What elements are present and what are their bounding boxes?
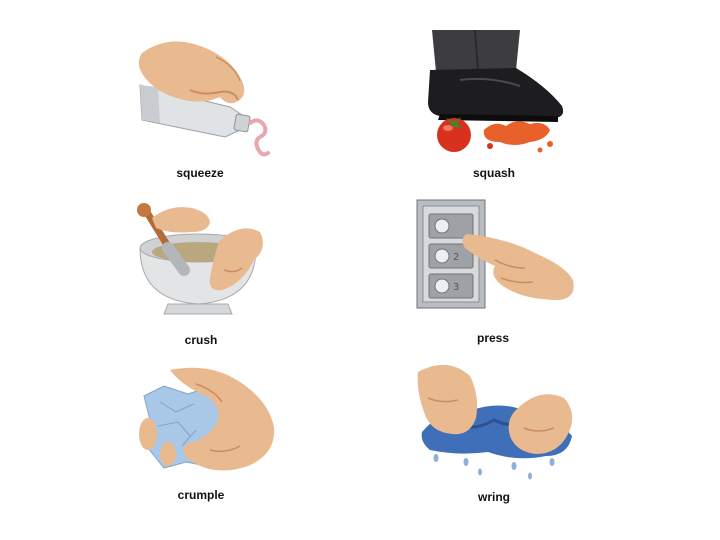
item-label: crush	[184, 333, 218, 347]
toothpaste-tube-squeeze-icon	[138, 41, 270, 157]
item-label: wring	[478, 490, 510, 504]
item-label: press	[476, 331, 510, 345]
item-label: squeeze	[176, 166, 224, 180]
hand-crumpling-paper-icon	[139, 367, 275, 471]
item-label: squash	[472, 166, 515, 180]
hands-wringing-cloth-icon	[417, 364, 573, 480]
mortar-and-pestle-icon	[137, 203, 263, 315]
finger-pressing-button-icon: 2 3	[416, 199, 574, 309]
shoe-squashing-tomato-icon	[428, 30, 564, 153]
svg-text:2: 2	[453, 252, 459, 263]
svg-text:3: 3	[453, 282, 459, 293]
item-label: crumple	[177, 488, 225, 502]
